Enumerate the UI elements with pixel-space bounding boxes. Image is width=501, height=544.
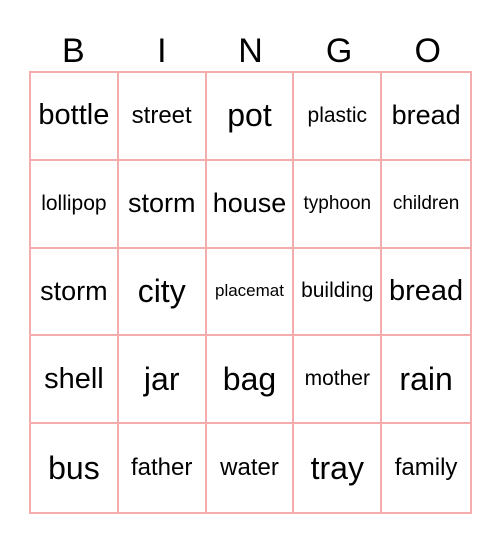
bingo-cell[interactable]: mother bbox=[294, 336, 383, 425]
bingo-cell[interactable]: jar bbox=[118, 336, 207, 425]
header-letter-n: N bbox=[238, 32, 263, 70]
bingo-cell[interactable]: bag bbox=[206, 336, 295, 425]
bingo-cell[interactable]: bottle bbox=[31, 73, 119, 161]
bingo-cell[interactable]: father bbox=[119, 424, 207, 512]
bingo-cell[interactable]: building bbox=[294, 248, 383, 337]
bingo-cell[interactable]: water bbox=[207, 424, 295, 512]
bingo-cell[interactable]: family bbox=[382, 424, 470, 512]
bingo-cell[interactable]: placemat bbox=[206, 248, 295, 337]
header-letter-b: B bbox=[61, 32, 85, 70]
bingo-cell[interactable]: lollipop bbox=[31, 160, 119, 249]
bingo-cell[interactable]: typhoon bbox=[294, 160, 383, 249]
bingo-board: bottle street pot plastic bread lollipop… bbox=[29, 71, 472, 514]
bingo-cell[interactable]: storm bbox=[31, 248, 119, 337]
bingo-cell[interactable]: bread bbox=[382, 73, 470, 161]
bingo-cell[interactable]: tray bbox=[294, 424, 383, 512]
bingo-header: B I N G O bbox=[29, 30, 472, 72]
bingo-cell[interactable]: children bbox=[382, 161, 470, 249]
header-letter-i: I bbox=[157, 32, 167, 70]
bingo-cell[interactable]: rain bbox=[382, 336, 470, 425]
header-letter-g: G bbox=[325, 32, 353, 70]
bingo-cell[interactable]: bus bbox=[31, 424, 119, 512]
bingo-cell[interactable]: storm bbox=[118, 160, 207, 249]
bingo-cell[interactable]: house bbox=[206, 160, 295, 249]
header-letter-o: O bbox=[414, 32, 441, 70]
bingo-cell[interactable]: bread bbox=[382, 249, 470, 337]
bingo-cell[interactable]: pot bbox=[206, 73, 295, 161]
bingo-cell[interactable]: street bbox=[118, 73, 207, 161]
bingo-cell[interactable]: shell bbox=[31, 336, 119, 425]
bingo-cell[interactable]: plastic bbox=[294, 73, 383, 161]
bingo-cell[interactable]: city bbox=[118, 248, 207, 337]
